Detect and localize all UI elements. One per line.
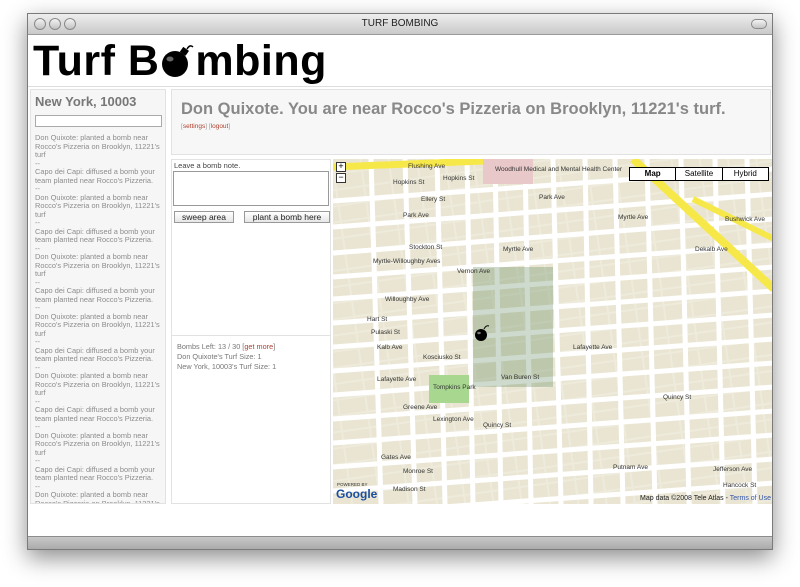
label-park-ave-2: Park Ave [539, 194, 565, 201]
bomb-note-input[interactable] [173, 171, 329, 206]
window-title: TURF BOMBING [361, 18, 439, 29]
logo-text-end: mbing [195, 37, 327, 85]
label-hospital: Woodhull Medical and Mental Health Cente… [495, 166, 623, 173]
feed-item: Capo dei Capi: diffused a bomb your team… [35, 226, 155, 244]
bombs-left-line: Bombs Left: 13 / 30 [get more] [177, 342, 276, 351]
label-quincy-2: Quincy St [663, 394, 691, 401]
browser-window: TURF BOMBING Turf B mbing New York, 1000… [27, 13, 773, 550]
label-park: Tompkins Park [433, 384, 476, 391]
sidebar-input[interactable] [35, 115, 162, 127]
label-flushing: Flushing Ave [408, 163, 445, 170]
label-putnam: Putnam Ave [613, 464, 648, 471]
label-myrtle-willoughby: Myrtle-Willoughby Aves [373, 258, 441, 265]
feed-item: Don Quixote: planted a bomb near Rocco's… [35, 311, 160, 338]
my-turf-size: Don Quixote's Turf Size: 1 [177, 352, 262, 361]
plant-bomb-button[interactable]: plant a bomb here [244, 211, 330, 223]
activity-sidebar: New York, 10003 Don Quixote: planted a b… [30, 89, 166, 504]
label-ellery: Ellery St [421, 196, 445, 203]
label-park-ave: Park Ave [403, 212, 429, 219]
map-type-hybrid[interactable]: Hybrid [723, 168, 768, 180]
label-hopkins-2: Hopkins St [443, 175, 475, 182]
label-hart: Hart St [367, 316, 387, 323]
zoom-in-button[interactable]: + [336, 162, 346, 172]
map-type-satellite[interactable]: Satellite [676, 168, 723, 180]
feed-item: Capo dei Capi: diffused a bomb your team… [35, 464, 155, 482]
site-logo[interactable]: Turf B mbing [33, 36, 327, 86]
label-van-buren: Van Buren St [501, 374, 539, 381]
sweep-area-button[interactable]: sweep area [174, 211, 234, 223]
label-willoughby: Willoughby Ave [385, 296, 430, 303]
feed-item: Capo dei Capi: diffused a bomb your team… [35, 345, 155, 363]
label-kosciusko: Kosciusko St [423, 354, 461, 361]
city-turf-size: New York, 10003's Turf Size: 1 [177, 362, 277, 371]
label-bushwick: Bushwick Ave [725, 216, 765, 223]
label-hopkins-1: Hopkins St [393, 179, 425, 186]
feed-item: Don Quixote: planted a bomb near Rocco's… [35, 490, 160, 504]
google-logo[interactable]: Google [336, 487, 377, 501]
label-myrtle: Myrtle Ave [503, 246, 534, 253]
label-hancock: Hancock St [723, 482, 756, 489]
map-copyright: Map data ©2008 Tele Atlas - Terms of Use [640, 495, 771, 502]
logo-text-start: Turf B [33, 37, 160, 85]
header-divider [28, 86, 772, 87]
label-stockton: Stockton St [409, 244, 442, 251]
label-monroe: Monroe St [403, 468, 433, 475]
status-header: Don Quixote. You are near Rocco's Pizzer… [171, 89, 771, 155]
window-bottom-bar [28, 536, 772, 549]
activity-feed: Don Quixote: planted a bomb near Rocco's… [35, 133, 163, 504]
city-title: New York, 10003 [35, 94, 137, 109]
label-lafayette-2: Lafayette Ave [573, 344, 613, 351]
label-madison: Madison St [393, 486, 426, 493]
logout-link[interactable]: logout [211, 123, 229, 130]
label-pulaski: Pulaski St [371, 329, 400, 336]
stats-panel: Bombs Left: 13 / 30 [get more] Don Quixo… [172, 335, 330, 505]
bomb-controls: Leave a bomb note. sweep area plant a bo… [171, 159, 331, 504]
map-type-switcher: Map Satellite Hybrid [629, 167, 769, 181]
map-canvas[interactable]: Flushing Ave Hopkins St Hopkins St Eller… [333, 159, 773, 504]
page-content: Turf B mbing New York, 10003 Don Quixote… [28, 36, 772, 536]
feed-item: Don Quixote: planted a bomb near Rocco's… [35, 371, 160, 397]
get-more-link[interactable]: get more [244, 342, 273, 351]
feed-item: Don Quixote: planted a bomb near Rocco's… [35, 430, 160, 457]
label-quincy: Quincy St [483, 422, 511, 429]
terms-of-use-link[interactable]: Terms of Use [730, 495, 771, 502]
account-links: [settings] [logout] [181, 123, 231, 130]
feed-item: Capo dei Capi: diffused a bomb your team… [35, 167, 155, 185]
label-gates: Gates Ave [381, 454, 411, 461]
title-bar[interactable]: TURF BOMBING [28, 14, 772, 35]
copyright-text: Map data ©2008 Tele Atlas - [640, 495, 728, 502]
label-myrtle-2: Myrtle Ave [618, 214, 649, 221]
label-vernon: Vernon Ave [457, 268, 491, 275]
zoom-out-button[interactable]: − [336, 173, 346, 183]
label-lafayette: Lafayette Ave [377, 376, 417, 383]
map-view[interactable]: Flushing Ave Hopkins St Hopkins St Eller… [333, 159, 773, 504]
feed-item: Capo dei Capi: diffused a bomb your team… [35, 286, 155, 304]
location-message: Don Quixote. You are near Rocco's Pizzer… [181, 100, 726, 118]
label-lexington: Lexington Ave [433, 416, 474, 423]
label-greene: Greene Ave [403, 404, 438, 411]
label-jefferson: Jefferson Ave [713, 466, 753, 473]
label-kalb: Kalb Ave [377, 344, 403, 351]
bomb-icon [162, 45, 194, 77]
feed-item: Don Quixote: planted a bomb near Rocco's… [35, 252, 160, 278]
bomb-note-label: Leave a bomb note. [174, 161, 241, 170]
label-dekalb: Dekalb Ave [695, 246, 728, 253]
feed-item: Don Quixote: planted a bomb near Rocco's… [35, 192, 160, 219]
toolbar-toggle-button[interactable] [751, 19, 767, 29]
feed-item: Don Quixote: planted a bomb near Rocco's… [35, 133, 160, 159]
bombs-left: Bombs Left: 13 / 30 [177, 342, 241, 351]
map-type-map[interactable]: Map [630, 168, 677, 180]
settings-link[interactable]: settings [183, 123, 205, 130]
feed-item: Capo dei Capi: diffused a bomb your team… [35, 405, 155, 423]
